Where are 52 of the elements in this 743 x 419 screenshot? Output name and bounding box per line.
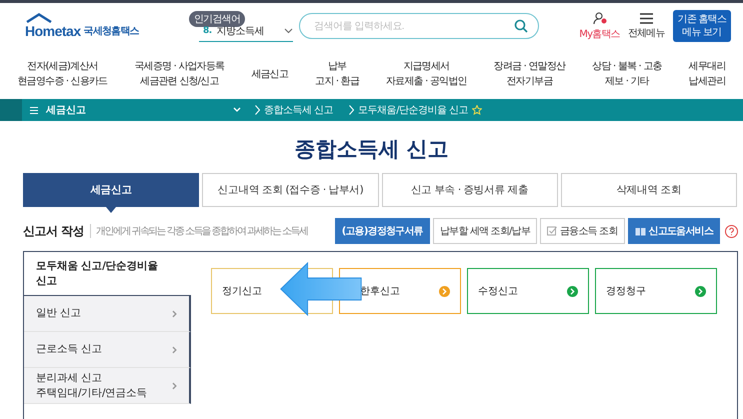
breadcrumb-menu[interactable]: 세금신고 xyxy=(22,99,247,121)
action-button[interactable]: 금융소득 조회 xyxy=(540,218,625,244)
filing-card[interactable]: 수정신고 xyxy=(467,268,589,314)
arrow-icon xyxy=(279,261,363,317)
nav-menu-item[interactable]: 전자(세금)계산서 현금영수증 · 신용카드 xyxy=(17,59,108,89)
dropdown-caret-icon xyxy=(284,28,294,34)
hometax-logo[interactable]: Hometax 국세청홈택스 xyxy=(25,13,175,39)
tab-pointer-icon xyxy=(106,207,116,213)
action-button[interactable]: 납부할 세액 조회/납부 xyxy=(432,218,537,244)
nav-menu-item[interactable]: 국세증명 · 사업자등록 세금관련 신청/신고 xyxy=(134,59,224,89)
action-button[interactable]: (고용)경정청구서류 xyxy=(334,218,430,244)
menu-icon xyxy=(640,12,653,24)
nav-menu-item[interactable]: 상담 · 불복 · 고충 제보 · 기타 xyxy=(592,59,662,89)
chevron-icon xyxy=(172,346,177,354)
sidebar-item[interactable]: 근로소득 신고 xyxy=(24,332,191,368)
tab[interactable]: 삭제내역 조회 xyxy=(560,173,737,207)
section-description: 개인에게 귀속되는 각종 소득을 종합하여 과세하는 소득세 xyxy=(90,224,308,238)
menu-icon xyxy=(30,106,38,114)
filing-card[interactable]: 경정청구 xyxy=(595,268,717,314)
nav-menu-item[interactable]: 지급명세서 자료제출 · 공익법인 xyxy=(386,59,467,89)
chevron-icon xyxy=(172,382,177,390)
action-button[interactable]: 신고도움서비스 xyxy=(628,218,720,244)
breadcrumb-item[interactable]: 종합소득세 신고 xyxy=(247,99,342,121)
help-icon[interactable] xyxy=(725,224,738,238)
nav-menu-item[interactable]: 세무대리 납세관리 xyxy=(688,59,726,89)
sidebar-item[interactable]: 분리과세 신고 주택임대/기타/연금소득 xyxy=(24,368,191,404)
tab[interactable]: 신고 부속 · 증빙서류 제출 xyxy=(382,173,558,207)
page-title: 종합소득세 신고 xyxy=(293,136,450,163)
nav-menu-item[interactable]: 세금신고 xyxy=(251,66,288,82)
search-icon[interactable] xyxy=(514,19,528,33)
my-hometax-link[interactable]: My홈택스 xyxy=(579,12,620,40)
checkbox-icon xyxy=(547,226,557,236)
breadcrumb-item[interactable]: 모두채움/단순경비율 신고 xyxy=(341,99,490,121)
popular-search-label: 인기검색어 xyxy=(189,11,246,27)
tab[interactable]: 세금신고 xyxy=(23,173,200,207)
tab[interactable]: 신고내역 조회 (접수증 · 납부서) xyxy=(202,173,378,207)
sidebar-item[interactable]: 일반 신고 xyxy=(24,296,191,332)
book-icon xyxy=(634,226,646,236)
chevron-icon xyxy=(349,105,354,115)
nav-menu-item[interactable]: 납부 고지 · 환급 xyxy=(315,59,360,89)
section-title: 신고서 작성 xyxy=(23,222,84,240)
filing-card[interactable]: 한후신고 xyxy=(339,268,461,314)
chevron-icon xyxy=(255,105,260,115)
nav-menu-item[interactable]: 장려금 · 연말정산 전자기부금 xyxy=(494,59,566,89)
dropdown-caret-icon xyxy=(233,107,241,113)
favorite-star-icon[interactable] xyxy=(472,105,482,115)
user-icon xyxy=(592,12,607,24)
chevron-icon xyxy=(172,310,177,318)
old-menu-button[interactable]: 기존 홈택스 메뉴 보기 xyxy=(672,10,731,42)
search-field[interactable]: 검색어를 입력하세요. xyxy=(312,20,514,32)
search-bar[interactable]: 검색어를 입력하세요. xyxy=(299,13,540,39)
all-menu-link[interactable]: 전체메뉴 xyxy=(628,12,665,40)
